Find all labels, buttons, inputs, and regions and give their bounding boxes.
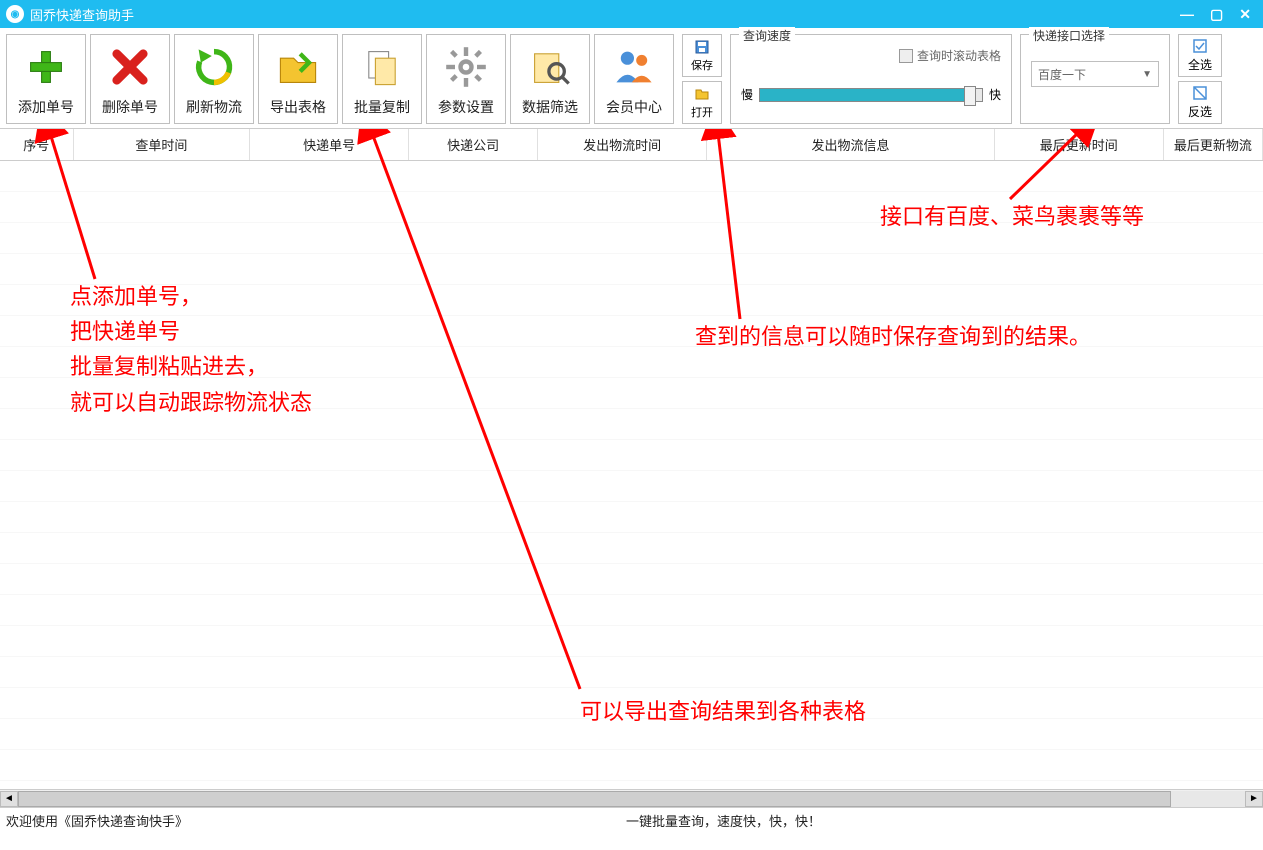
refresh-logistics-button[interactable]: 刷新物流 xyxy=(174,34,254,124)
status-left: 欢迎使用《固乔快递查询快手》 xyxy=(6,811,626,830)
scroll-checkbox-label: 查询时滚动表格 xyxy=(917,47,1001,64)
speed-legend: 查询速度 xyxy=(739,27,795,44)
statusbar: 欢迎使用《固乔快递查询快手》 一键批量查询，速度快，快，快！ xyxy=(0,807,1263,833)
save-label: 保存 xyxy=(691,57,713,73)
interface-selected: 百度一下 xyxy=(1038,66,1086,83)
toolbar-label: 添加单号 xyxy=(18,97,74,117)
grid-body[interactable] xyxy=(0,161,1263,789)
select-all-label: 全选 xyxy=(1188,56,1212,73)
speed-panel: 查询速度 查询时滚动表格 慢 快 xyxy=(730,34,1012,124)
select-all-icon xyxy=(1192,38,1208,54)
plus-icon xyxy=(24,45,68,89)
save-button[interactable]: 保存 xyxy=(682,34,722,77)
open-button[interactable]: 打开 xyxy=(682,81,722,124)
filter-button[interactable]: 数据筛选 xyxy=(510,34,590,124)
status-right: 一键批量查询，速度快，快，快！ xyxy=(626,811,1257,830)
data-grid: 序号查单时间快递单号快递公司发出物流时间发出物流信息最后更新时间最后更新物流 点… xyxy=(0,129,1263,789)
copy-icon xyxy=(360,45,404,89)
close-button[interactable]: ✕ xyxy=(1239,6,1251,23)
column-header[interactable]: 发出物流时间 xyxy=(538,129,707,160)
save-icon xyxy=(694,39,710,55)
toolbar: 添加单号 删除单号 刷新物流 导出表格 批量复制 参数设置 数据筛选 会员中心 保存 打开 查… xyxy=(0,28,1263,129)
interface-panel: 快递接口选择 百度一下 ▼ xyxy=(1020,34,1170,124)
toolbar-label: 数据筛选 xyxy=(522,97,578,117)
invert-label: 反选 xyxy=(1188,103,1212,120)
maximize-button[interactable]: ▢ xyxy=(1210,6,1223,23)
column-header[interactable]: 快递单号 xyxy=(250,129,409,160)
toolbar-label: 导出表格 xyxy=(270,97,326,117)
minimize-button[interactable]: — xyxy=(1180,6,1194,23)
chevron-down-icon: ▼ xyxy=(1142,69,1152,80)
column-header[interactable]: 最后更新物流 xyxy=(1164,129,1263,160)
folder-icon xyxy=(276,45,320,89)
scroll-left-button[interactable]: ◄ xyxy=(0,791,18,807)
users-icon xyxy=(612,45,656,89)
speed-slider-thumb[interactable] xyxy=(964,86,976,106)
speed-slider[interactable] xyxy=(759,88,983,102)
scroll-right-button[interactable]: ► xyxy=(1245,791,1263,807)
scroll-thumb[interactable] xyxy=(18,791,1171,807)
toolbar-label: 刷新物流 xyxy=(186,97,242,117)
search-icon xyxy=(528,45,572,89)
toolbar-label: 参数设置 xyxy=(438,97,494,117)
batch-copy-button[interactable]: 批量复制 xyxy=(342,34,422,124)
interface-combo[interactable]: 百度一下 ▼ xyxy=(1031,61,1159,87)
app-icon: ◉ xyxy=(6,5,24,23)
toolbar-label: 批量复制 xyxy=(354,97,410,117)
gear-icon xyxy=(444,45,488,89)
column-header[interactable]: 查单时间 xyxy=(74,129,251,160)
column-header[interactable]: 快递公司 xyxy=(409,129,538,160)
horizontal-scrollbar[interactable]: ◄ ► xyxy=(0,789,1263,807)
add-number-button[interactable]: 添加单号 xyxy=(6,34,86,124)
invert-icon xyxy=(1192,85,1208,101)
speed-fast-label: 快 xyxy=(989,86,1001,103)
toolbar-label: 会员中心 xyxy=(606,97,662,117)
member-center-button[interactable]: 会员中心 xyxy=(594,34,674,124)
titlebar: ◉ 固乔快递查询助手 — ▢ ✕ xyxy=(0,0,1263,28)
grid-header: 序号查单时间快递单号快递公司发出物流时间发出物流信息最后更新时间最后更新物流 xyxy=(0,129,1263,161)
interface-legend: 快递接口选择 xyxy=(1029,27,1109,44)
settings-button[interactable]: 参数设置 xyxy=(426,34,506,124)
column-header[interactable]: 发出物流信息 xyxy=(707,129,995,160)
refresh-icon xyxy=(192,45,236,89)
delete-number-button[interactable]: 删除单号 xyxy=(90,34,170,124)
cross-icon xyxy=(108,45,152,89)
open-label: 打开 xyxy=(691,104,713,120)
app-title: 固乔快递查询助手 xyxy=(30,5,1180,24)
export-table-button[interactable]: 导出表格 xyxy=(258,34,338,124)
open-icon xyxy=(694,86,710,102)
invert-selection-button[interactable]: 反选 xyxy=(1178,81,1222,124)
toolbar-label: 删除单号 xyxy=(102,97,158,117)
speed-slow-label: 慢 xyxy=(741,86,753,103)
column-header[interactable]: 序号 xyxy=(0,129,74,160)
select-all-button[interactable]: 全选 xyxy=(1178,34,1222,77)
scroll-checkbox[interactable] xyxy=(899,49,913,63)
column-header[interactable]: 最后更新时间 xyxy=(995,129,1164,160)
